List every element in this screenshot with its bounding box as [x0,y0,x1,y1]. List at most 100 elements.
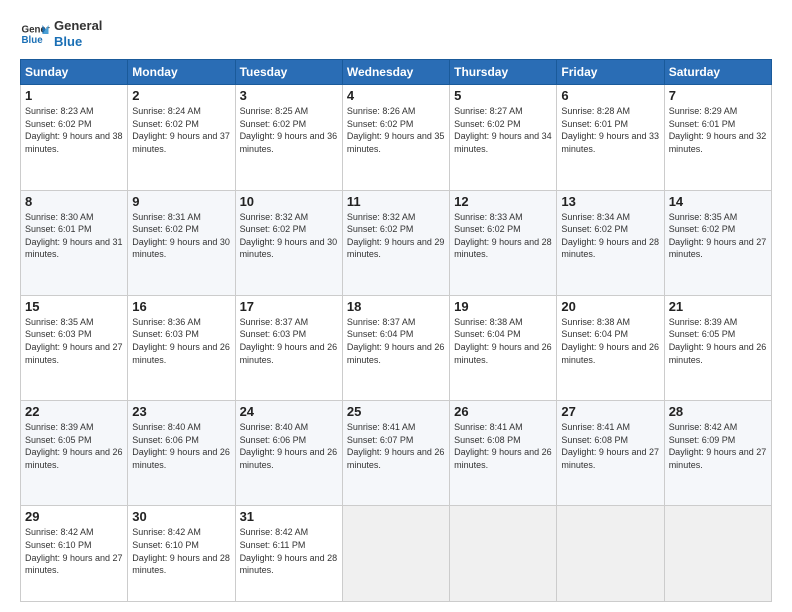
calendar-cell: 7 Sunrise: 8:29 AM Sunset: 6:01 PM Daylig… [664,85,771,190]
weekday-header-wednesday: Wednesday [342,60,449,85]
day-number: 2 [132,88,230,103]
calendar-cell: 23 Sunrise: 8:40 AM Sunset: 6:06 PM Dayli… [128,401,235,506]
day-number: 5 [454,88,552,103]
day-info: Sunrise: 8:28 AM Sunset: 6:01 PM Dayligh… [561,105,659,155]
calendar-cell: 20Sunrise: 8:38 AM Sunset: 6:04 PM Dayli… [557,295,664,400]
day-number: 25 [347,404,445,419]
calendar-cell [450,506,557,602]
day-number: 29 [25,509,123,524]
weekday-header-thursday: Thursday [450,60,557,85]
logo: General Blue General Blue [20,18,102,49]
calendar-cell: 1Sunrise: 8:23 AM Sunset: 6:02 PM Daylig… [21,85,128,190]
day-number: 14 [669,194,767,209]
calendar-table: SundayMondayTuesdayWednesdayThursdayFrid… [20,59,772,602]
day-number: 15 [25,299,123,314]
calendar-cell: 11 Sunrise: 8:32 AM Sunset: 6:02 PM Dayli… [342,190,449,295]
day-number: 31 [240,509,338,524]
day-number: 28 [669,404,767,419]
logo-text-blue: Blue [54,34,102,50]
day-info: Sunrise: 8:36 AM Sunset: 6:03 PM Dayligh… [132,316,230,366]
day-info: Sunrise: 8:32 AM Sunset: 6:02 PM Dayligh… [347,211,445,261]
calendar-cell: 29 Sunrise: 8:42 AM Sunset: 6:10 PM Dayli… [21,506,128,602]
calendar-cell: 16 Sunrise: 8:36 AM Sunset: 6:03 PM Dayli… [128,295,235,400]
logo-text-general: General [54,18,102,34]
day-number: 16 [132,299,230,314]
calendar-cell: 24 Sunrise: 8:40 AM Sunset: 6:06 PM Dayli… [235,401,342,506]
calendar-cell: 13 Sunrise: 8:34 AM Sunset: 6:02 PM Dayli… [557,190,664,295]
calendar-cell [342,506,449,602]
day-info: Sunrise: 8:39 AM Sunset: 6:05 PM Dayligh… [25,421,123,471]
day-number: 3 [240,88,338,103]
day-info: Sunrise: 8:42 AM Sunset: 6:11 PM Dayligh… [240,526,338,576]
day-info: Sunrise: 8:25 AM Sunset: 6:02 PM Dayligh… [240,105,338,155]
calendar-cell: 15 Sunrise: 8:35 AM Sunset: 6:03 PM Dayli… [21,295,128,400]
day-number: 6 [561,88,659,103]
calendar-cell: 28 Sunrise: 8:42 AM Sunset: 6:09 PM Dayli… [664,401,771,506]
calendar-cell: 4 Sunrise: 8:26 AM Sunset: 6:02 PM Daylig… [342,85,449,190]
day-info: Sunrise: 8:42 AM Sunset: 6:09 PM Dayligh… [669,421,767,471]
day-info: Sunrise: 8:38 AM Sunset: 6:04 PM Dayligh… [561,316,659,366]
day-number: 4 [347,88,445,103]
day-number: 11 [347,194,445,209]
day-info: Sunrise: 8:42 AM Sunset: 6:10 PM Dayligh… [132,526,230,576]
calendar-cell: 30 Sunrise: 8:42 AM Sunset: 6:10 PM Dayli… [128,506,235,602]
calendar-cell: 19 Sunrise: 8:38 AM Sunset: 6:04 PM Dayli… [450,295,557,400]
calendar-page: General Blue General Blue SundayMondayTu… [0,0,792,612]
day-number: 26 [454,404,552,419]
calendar-cell [557,506,664,602]
weekday-header-tuesday: Tuesday [235,60,342,85]
day-number: 9 [132,194,230,209]
calendar-week-row: 15 Sunrise: 8:35 AM Sunset: 6:03 PM Dayli… [21,295,772,400]
page-header: General Blue General Blue [20,18,772,49]
day-number: 18 [347,299,445,314]
day-info: Sunrise: 8:34 AM Sunset: 6:02 PM Dayligh… [561,211,659,261]
day-number: 30 [132,509,230,524]
calendar-cell: 27Sunrise: 8:41 AM Sunset: 6:08 PM Dayli… [557,401,664,506]
day-info: Sunrise: 8:39 AM Sunset: 6:05 PM Dayligh… [669,316,767,366]
weekday-header-friday: Friday [557,60,664,85]
calendar-cell: 22 Sunrise: 8:39 AM Sunset: 6:05 PM Dayli… [21,401,128,506]
day-info: Sunrise: 8:42 AM Sunset: 6:10 PM Dayligh… [25,526,123,576]
day-info: Sunrise: 8:37 AM Sunset: 6:04 PM Dayligh… [347,316,445,366]
day-info: Sunrise: 8:24 AM Sunset: 6:02 PM Dayligh… [132,105,230,155]
day-number: 24 [240,404,338,419]
day-info: Sunrise: 8:31 AM Sunset: 6:02 PM Dayligh… [132,211,230,261]
calendar-cell: 18 Sunrise: 8:37 AM Sunset: 6:04 PM Dayli… [342,295,449,400]
calendar-week-row: 29 Sunrise: 8:42 AM Sunset: 6:10 PM Dayli… [21,506,772,602]
calendar-body: 1Sunrise: 8:23 AM Sunset: 6:02 PM Daylig… [21,85,772,602]
calendar-cell: 2 Sunrise: 8:24 AM Sunset: 6:02 PM Daylig… [128,85,235,190]
day-info: Sunrise: 8:30 AM Sunset: 6:01 PM Dayligh… [25,211,123,261]
day-info: Sunrise: 8:29 AM Sunset: 6:01 PM Dayligh… [669,105,767,155]
weekday-header-saturday: Saturday [664,60,771,85]
weekday-header-monday: Monday [128,60,235,85]
calendar-week-row: 22 Sunrise: 8:39 AM Sunset: 6:05 PM Dayli… [21,401,772,506]
calendar-cell: 21Sunrise: 8:39 AM Sunset: 6:05 PM Dayli… [664,295,771,400]
day-info: Sunrise: 8:35 AM Sunset: 6:02 PM Dayligh… [669,211,767,261]
day-number: 13 [561,194,659,209]
day-info: Sunrise: 8:41 AM Sunset: 6:08 PM Dayligh… [561,421,659,471]
day-info: Sunrise: 8:35 AM Sunset: 6:03 PM Dayligh… [25,316,123,366]
calendar-cell: 6 Sunrise: 8:28 AM Sunset: 6:01 PM Daylig… [557,85,664,190]
day-number: 17 [240,299,338,314]
calendar-cell: 12Sunrise: 8:33 AM Sunset: 6:02 PM Dayli… [450,190,557,295]
day-info: Sunrise: 8:37 AM Sunset: 6:03 PM Dayligh… [240,316,338,366]
day-info: Sunrise: 8:40 AM Sunset: 6:06 PM Dayligh… [240,421,338,471]
weekday-header-row: SundayMondayTuesdayWednesdayThursdayFrid… [21,60,772,85]
day-number: 7 [669,88,767,103]
day-info: Sunrise: 8:27 AM Sunset: 6:02 PM Dayligh… [454,105,552,155]
day-number: 22 [25,404,123,419]
day-info: Sunrise: 8:26 AM Sunset: 6:02 PM Dayligh… [347,105,445,155]
day-number: 10 [240,194,338,209]
calendar-cell: 31 Sunrise: 8:42 AM Sunset: 6:11 PM Dayli… [235,506,342,602]
day-number: 19 [454,299,552,314]
calendar-cell: 17 Sunrise: 8:37 AM Sunset: 6:03 PM Dayli… [235,295,342,400]
svg-text:Blue: Blue [22,35,44,46]
day-number: 12 [454,194,552,209]
day-info: Sunrise: 8:40 AM Sunset: 6:06 PM Dayligh… [132,421,230,471]
calendar-cell [664,506,771,602]
day-info: Sunrise: 8:41 AM Sunset: 6:08 PM Dayligh… [454,421,552,471]
calendar-cell: 26 Sunrise: 8:41 AM Sunset: 6:08 PM Dayli… [450,401,557,506]
day-info: Sunrise: 8:38 AM Sunset: 6:04 PM Dayligh… [454,316,552,366]
day-number: 23 [132,404,230,419]
calendar-week-row: 1Sunrise: 8:23 AM Sunset: 6:02 PM Daylig… [21,85,772,190]
